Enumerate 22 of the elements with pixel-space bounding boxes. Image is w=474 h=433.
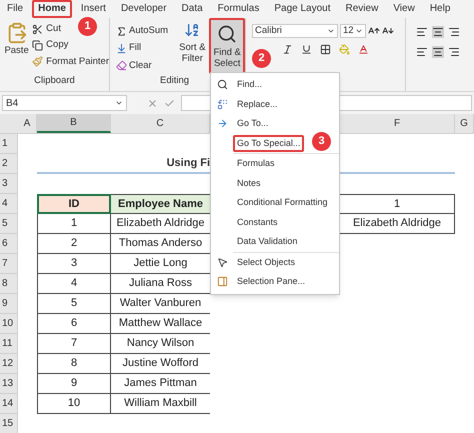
table-cell: Justine Wofford — [111, 354, 210, 374]
table-cell: Walter Vanburen — [111, 294, 210, 314]
group-label: Clipboard — [33, 74, 76, 88]
group-label: Editing — [160, 74, 190, 88]
table-cell: 9 — [37, 374, 111, 394]
table-cell: 10 — [37, 394, 111, 414]
table-cell: Matthew Wallace — [111, 314, 210, 334]
table-cell: 2 — [37, 234, 111, 254]
table-cell: 4 — [37, 274, 111, 294]
table-cell: William Maxbill — [111, 394, 210, 414]
table-cell: 7 — [37, 334, 111, 354]
table-cell: 3 — [37, 254, 111, 274]
header-cell: Employee Name — [111, 194, 210, 214]
table-cell: 5 — [37, 294, 111, 314]
table-cell: 1 — [37, 214, 111, 234]
table-cell: 6 — [37, 314, 111, 334]
table-cell: James Pittman — [111, 374, 210, 394]
table-cell: 8 — [37, 354, 111, 374]
result-cell: 1 — [340, 194, 455, 214]
header-cell: ID — [37, 194, 111, 214]
sheet-title: Using Fi — [166, 156, 210, 171]
table-cell: Nancy Wilson — [111, 334, 210, 354]
